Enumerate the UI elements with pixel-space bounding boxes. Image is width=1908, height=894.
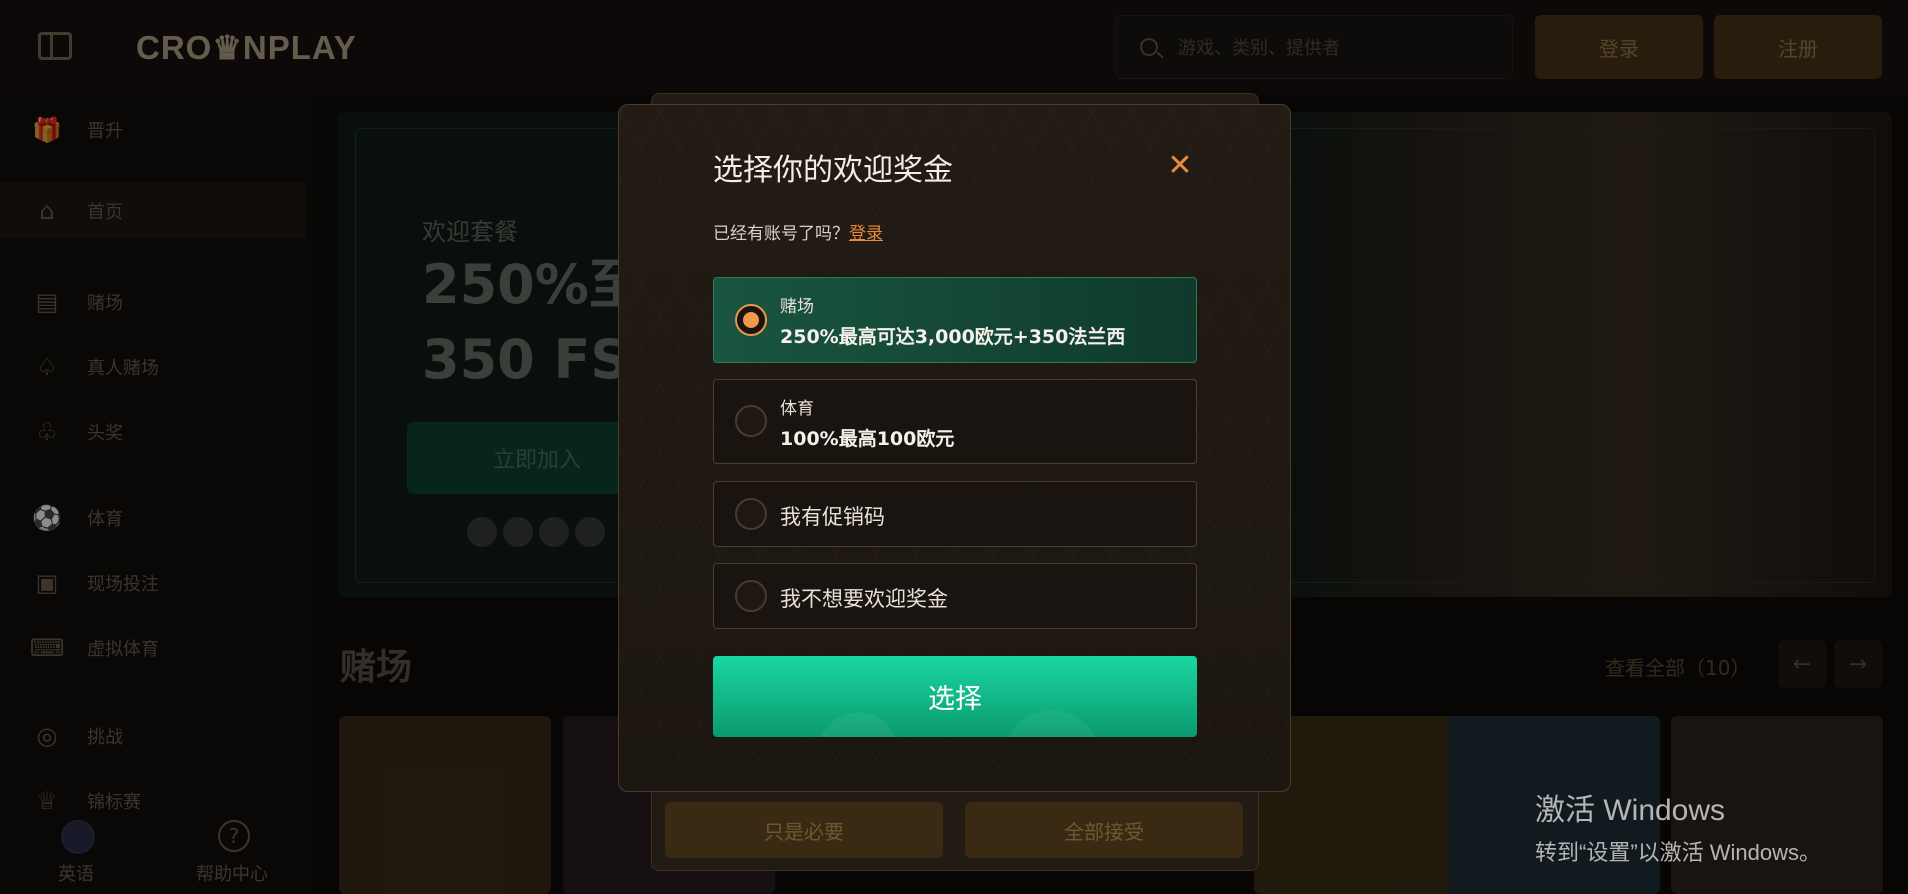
bonus-option-casino[interactable]: 赌场 250%最高可达3,000欧元+350法兰西 (713, 277, 1197, 363)
welcome-bonus-modal: 选择你的欢迎奖金 ✕ 已经有账号了吗？登录 赌场 250%最高可达3,000欧元… (618, 104, 1291, 792)
login-link[interactable]: 登录 (849, 224, 883, 244)
option-label: 我不想要欢迎奖金 (780, 587, 948, 611)
radio-button-selected[interactable] (735, 304, 767, 336)
radio-button[interactable] (735, 498, 767, 530)
option-label: 我有促销码 (780, 505, 885, 529)
login-prompt-text: 已经有账号了吗？ (713, 224, 849, 244)
bonus-option-sports[interactable]: 体育 100%最高100欧元 (713, 379, 1197, 464)
radio-button[interactable] (735, 580, 767, 612)
option-category: 体育 (780, 399, 814, 419)
bonus-option-promo-code[interactable]: 我有促销码 (713, 481, 1197, 547)
essential-only-button[interactable]: 只是必要 (665, 802, 943, 858)
option-description: 100%最高100欧元 (780, 428, 955, 450)
option-category: 赌场 (780, 297, 814, 317)
bonus-option-no-bonus[interactable]: 我不想要欢迎奖金 (713, 563, 1197, 629)
option-description: 250%最高可达3,000欧元+350法兰西 (780, 326, 1126, 348)
watermark-subtitle: 转到“设置”以激活 Windows。 (1535, 840, 1822, 865)
radio-button[interactable] (735, 405, 767, 437)
close-icon[interactable]: ✕ (1165, 151, 1195, 181)
accept-all-button[interactable]: 全部接受 (965, 802, 1243, 858)
select-button[interactable]: 选择 (713, 656, 1197, 737)
modal-title: 选择你的欢迎奖金 (713, 153, 953, 188)
windows-activation-watermark: 激活 Windows 转到“设置”以激活 Windows。 (1535, 785, 1821, 867)
login-prompt: 已经有账号了吗？登录 (713, 219, 883, 244)
watermark-title: 激活 Windows (1535, 794, 1726, 827)
